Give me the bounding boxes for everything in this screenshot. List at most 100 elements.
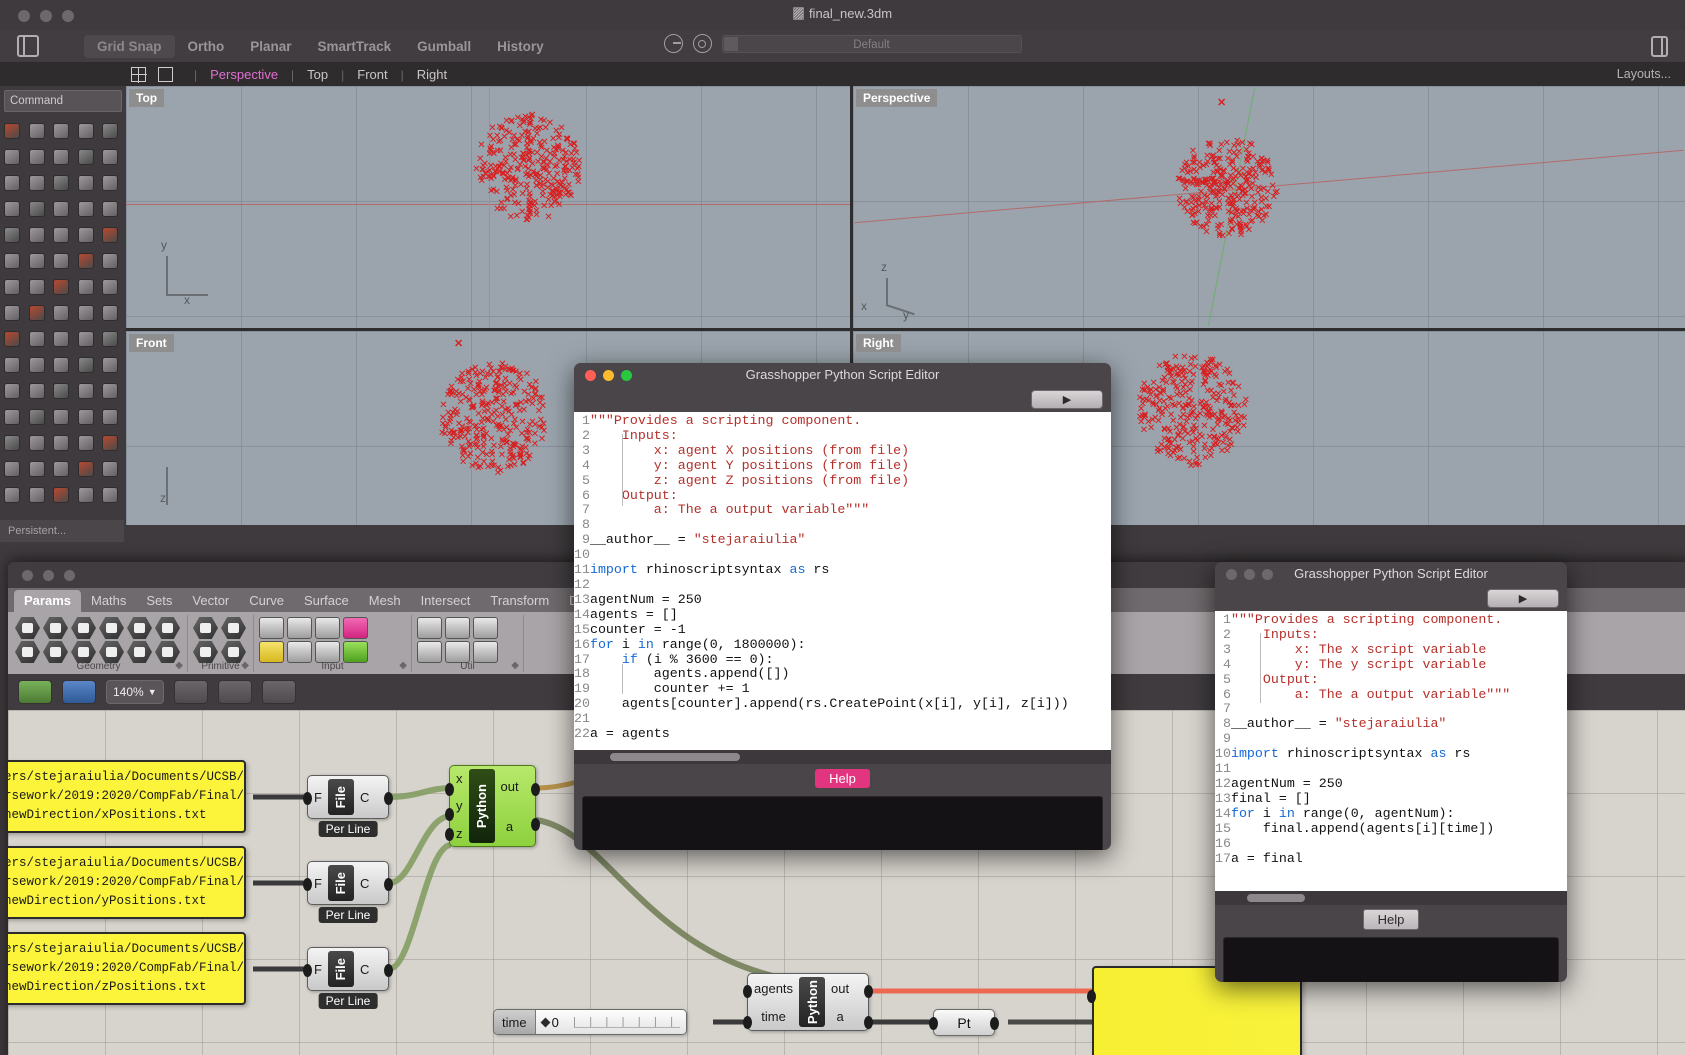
expand-icon[interactable]: ◆ <box>399 660 407 671</box>
param-circle-icon[interactable] <box>71 617 96 639</box>
panel-x-path[interactable]: ers/stejaraiulia/Documents/UCSB/ rsework… <box>8 760 246 833</box>
rhino-tool-button[interactable] <box>74 170 99 196</box>
rhino-tool-button[interactable] <box>98 144 123 170</box>
run-script-button[interactable]: ▶ <box>1031 390 1103 409</box>
param-boolean-icon[interactable] <box>193 617 218 639</box>
pass-through-icon[interactable] <box>445 617 470 639</box>
funnel-icon[interactable] <box>473 641 498 663</box>
rhino-tool-button[interactable] <box>0 456 25 482</box>
rhino-tool-button[interactable] <box>0 196 25 222</box>
node-output[interactable]: C <box>354 948 375 990</box>
cluster-icon[interactable] <box>473 617 498 639</box>
output-a[interactable]: a <box>836 1009 843 1024</box>
file-reader-icon[interactable] <box>259 617 284 639</box>
rhino-tool-button[interactable] <box>25 300 50 326</box>
run-script-button[interactable]: ▶ <box>1487 589 1559 608</box>
gh-tab-curve[interactable]: Curve <box>239 590 294 612</box>
layer-selector[interactable]: Default <box>721 34 1022 53</box>
scroll-thumb[interactable] <box>610 753 740 761</box>
panel-icon[interactable] <box>287 617 312 639</box>
rhino-tool-button[interactable] <box>98 300 123 326</box>
rhino-tool-button[interactable] <box>25 378 50 404</box>
rhino-tool-button[interactable] <box>98 196 123 222</box>
gh-tab-transform[interactable]: Transform <box>480 590 559 612</box>
param-geometry-icon[interactable] <box>15 617 40 639</box>
param-brep-icon[interactable] <box>127 617 152 639</box>
rhino-tool-button[interactable] <box>74 430 99 456</box>
number-slider-icon[interactable] <box>259 641 284 663</box>
python-node-time[interactable]: agents time Python out a <box>743 973 873 1031</box>
rhino-tool-button[interactable] <box>25 144 50 170</box>
input-y[interactable]: y <box>456 798 463 813</box>
input-port-z[interactable] <box>445 828 454 841</box>
gh-traffic-lights[interactable] <box>22 570 75 581</box>
node-outputs[interactable]: out a <box>495 766 525 846</box>
rhino-tool-button[interactable] <box>0 404 25 430</box>
rhino-tool-button[interactable] <box>74 274 99 300</box>
ribbon-icons[interactable] <box>15 615 182 663</box>
gh-tab-params[interactable]: Params <box>14 590 81 612</box>
right-panel-toggle-icon[interactable] <box>1651 36 1668 57</box>
rhino-tool-button[interactable] <box>98 274 123 300</box>
relay-icon[interactable] <box>445 641 470 663</box>
minimize-icon[interactable] <box>43 570 54 581</box>
gh-tab-vector[interactable]: Vector <box>182 590 239 612</box>
save-file-button[interactable] <box>62 680 96 704</box>
param-line-icon[interactable] <box>71 641 96 663</box>
pt-param-node[interactable]: Pt <box>929 1009 999 1036</box>
rhino-tool-button[interactable] <box>74 352 99 378</box>
expand-icon[interactable]: ◆ <box>241 660 249 671</box>
maximize-icon[interactable] <box>64 570 75 581</box>
rhino-tool-button[interactable] <box>98 430 123 456</box>
file-node-y[interactable]: F File C Per Line <box>303 861 393 923</box>
rhino-tool-button[interactable] <box>74 378 99 404</box>
rhino-tool-button[interactable] <box>49 222 74 248</box>
help-button[interactable]: Help <box>1362 908 1420 930</box>
output-port-a[interactable] <box>864 1016 873 1029</box>
output-port[interactable] <box>990 1017 999 1030</box>
rhino-tool-button[interactable] <box>49 118 74 144</box>
rhino-tool-palette[interactable] <box>0 118 124 518</box>
slider-handle[interactable] <box>540 1017 551 1027</box>
rhino-tool-button[interactable] <box>0 482 25 508</box>
rhino-tool-button[interactable] <box>25 196 50 222</box>
param-surface-icon[interactable] <box>99 617 124 639</box>
colour-swatch-icon[interactable] <box>343 641 368 663</box>
rhino-tool-button[interactable] <box>0 326 25 352</box>
node-outputs[interactable]: out a <box>825 974 855 1030</box>
tab-top[interactable]: Top <box>303 67 332 82</box>
output-port[interactable] <box>384 792 393 805</box>
rhino-tool-button[interactable] <box>0 378 25 404</box>
param-curve-icon[interactable] <box>43 641 68 663</box>
script-editor-main[interactable]: Grasshopper Python Script Editor ▶ 1"""P… <box>574 363 1111 850</box>
gh-tab-mesh[interactable]: Mesh <box>359 590 411 612</box>
editor-code-area[interactable]: 1"""Provides a scripting component. 2 In… <box>1215 611 1567 891</box>
param-box-icon[interactable] <box>127 641 152 663</box>
node-output[interactable]: C <box>354 776 375 818</box>
time-slider-node[interactable]: time 0 <box>493 1009 687 1035</box>
rhino-tool-button[interactable] <box>0 170 25 196</box>
rhino-tool-button[interactable] <box>74 248 99 274</box>
input-port[interactable] <box>303 964 312 977</box>
input-port[interactable] <box>303 878 312 891</box>
rhino-tool-button[interactable] <box>25 456 50 482</box>
param-point-icon[interactable] <box>43 617 68 639</box>
file-node-z[interactable]: F File C Per Line <box>303 947 393 1009</box>
rhino-tool-button[interactable] <box>49 404 74 430</box>
rhino-tool-button[interactable] <box>0 144 25 170</box>
file-node-x[interactable]: F File C Per Line <box>303 775 393 837</box>
ribbon-icons[interactable] <box>193 615 248 663</box>
rhino-tool-button[interactable] <box>49 196 74 222</box>
rhino-tool-button[interactable] <box>49 300 74 326</box>
rhino-tool-button[interactable] <box>74 482 99 508</box>
tab-right[interactable]: Right <box>413 67 451 82</box>
rhino-tool-button[interactable] <box>25 404 50 430</box>
rhino-tool-button[interactable] <box>74 300 99 326</box>
tab-perspective[interactable]: Perspective <box>206 67 282 82</box>
rhino-tool-button[interactable] <box>98 482 123 508</box>
input-port-agents[interactable] <box>743 985 752 998</box>
param-number-icon[interactable] <box>221 617 246 639</box>
layer-visibility-icon[interactable] <box>663 34 683 53</box>
param-vector-icon[interactable] <box>15 641 40 663</box>
viewport-perspective[interactable]: Perspective z x y ✕ ✕ ✕ ✕ ✕ ✕ ✕ ✕ ✕ ✕ ✕ ✕ ✕ ✕ ✕ ✕ ✕ ✕ ✕ ✕ ✕ ✕… <box>853 86 1685 328</box>
